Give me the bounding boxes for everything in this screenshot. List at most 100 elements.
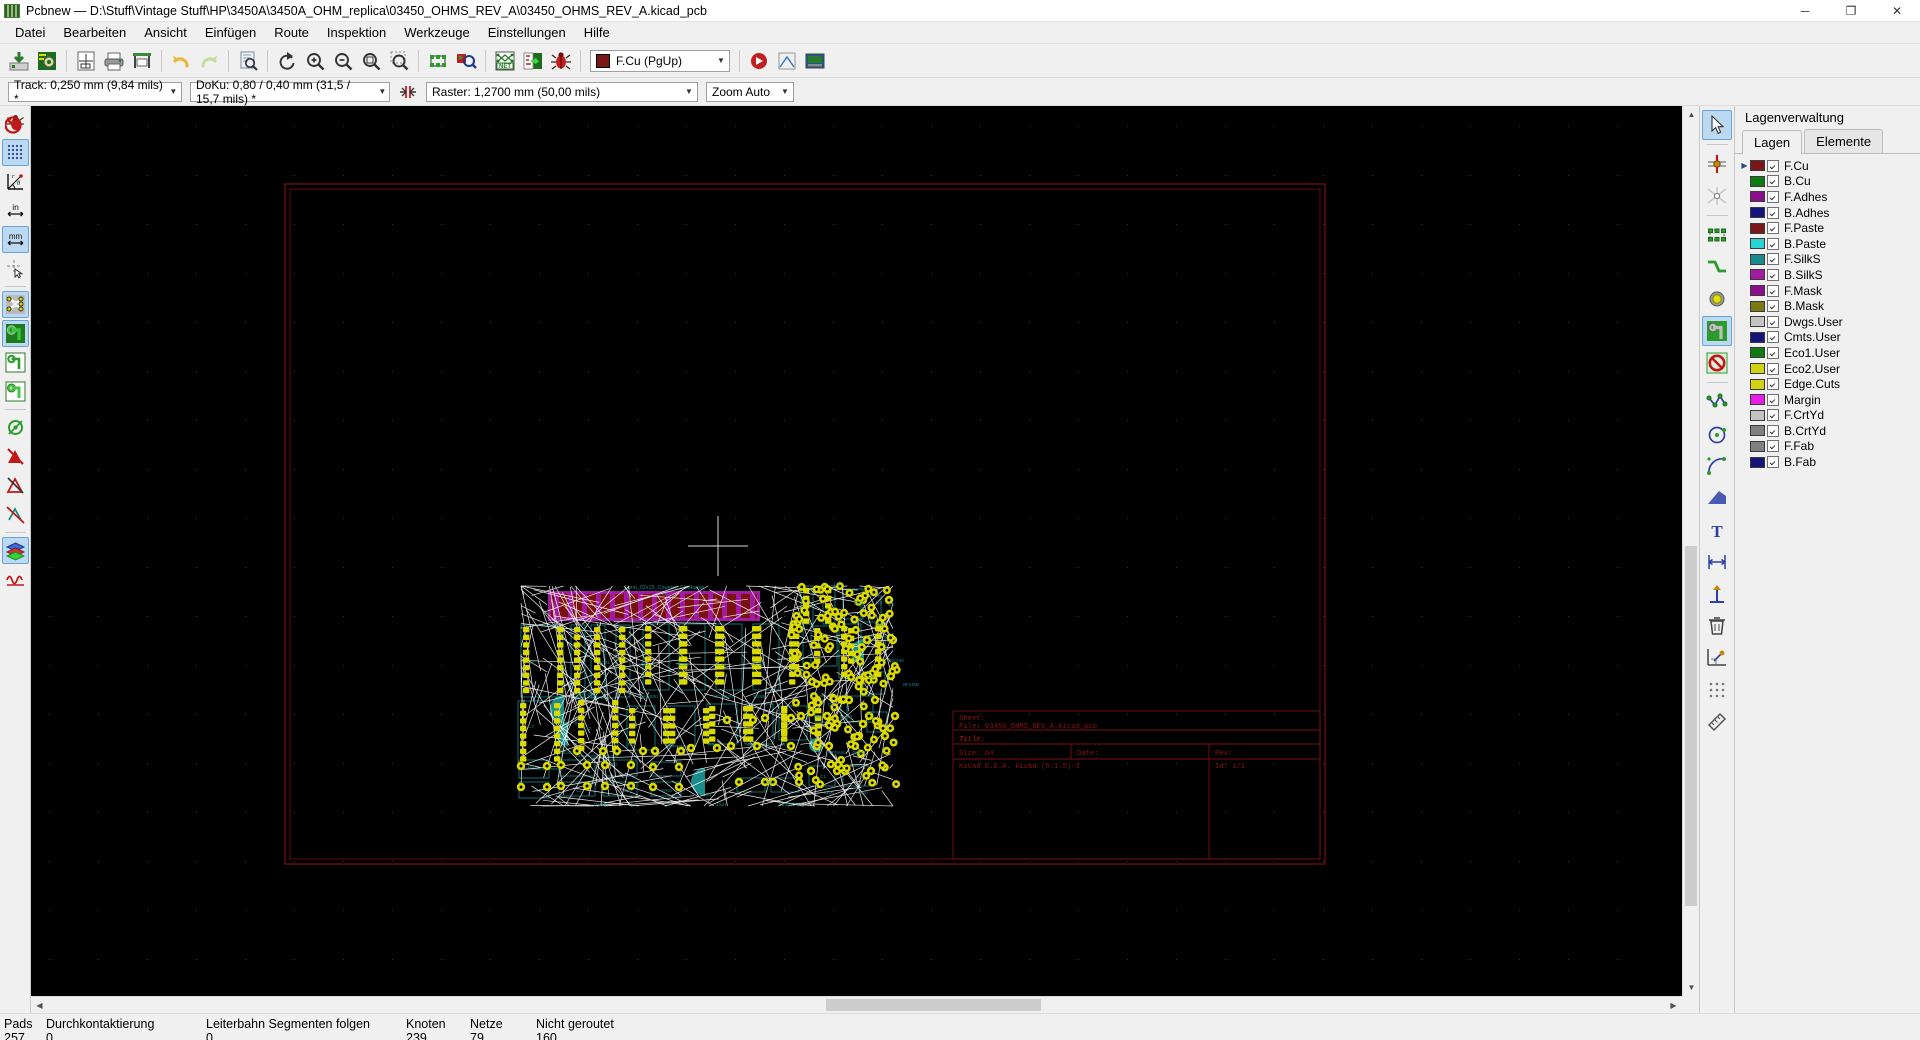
add-via-icon[interactable] [1702,284,1732,314]
layer-visibility-checkbox[interactable] [1767,190,1779,203]
zoom-level-combo[interactable]: Zoom Auto ▼ [706,81,794,102]
layer-color-swatch[interactable] [1750,285,1765,297]
zone-outline-icon[interactable] [2,472,29,499]
local-ratsnest-icon[interactable] [1702,181,1732,211]
tab-elemente[interactable]: Elemente [1804,129,1884,153]
plot-icon[interactable] [129,48,155,74]
layer-visibility-checkbox[interactable] [1767,424,1779,437]
layer-color-swatch[interactable] [1750,160,1765,172]
menu-item-route[interactable]: Route [265,22,318,43]
add-keepout-zone-icon[interactable] [1702,348,1732,378]
measure-tool-icon[interactable] [1702,707,1732,737]
zone-filled-icon[interactable] [2,443,29,470]
add-text-icon[interactable]: T [1702,515,1732,545]
delete-item-icon[interactable] [1702,611,1732,641]
active-layer-combo[interactable]: F.Cu (PgUp) ▼ [590,49,730,72]
layer-visibility-checkbox[interactable] [1767,378,1779,391]
highlight-net-toolbar-icon[interactable] [746,48,772,74]
layer-color-swatch[interactable] [1750,175,1765,187]
layer-row-margin[interactable]: Margin [1735,392,1920,408]
zoom-area-icon[interactable] [386,48,412,74]
draw-polygon-icon[interactable] [1702,387,1732,417]
layer-row-f-silks[interactable]: F.SilkS [1735,252,1920,268]
layer-color-swatch[interactable] [1750,300,1765,312]
show-via-outline-icon[interactable] [2,414,29,441]
layer-row-f-cu[interactable]: ▶ F.Cu [1735,158,1920,174]
zoom-fit-icon[interactable] [358,48,384,74]
track-width-combo[interactable]: Track: 0,250 mm (9,84 mils) * ▼ [8,78,182,106]
layer-row-b-silks[interactable]: B.SilkS [1735,267,1920,283]
layer-visibility-checkbox[interactable] [1767,253,1779,266]
layer-row-eco1-user[interactable]: Eco1.User [1735,345,1920,361]
layer-row-f-paste[interactable]: F.Paste [1735,220,1920,236]
pcb-canvas-container[interactable]: Sheet: File: 03450_OHMS_REV_A.kicad_pcb … [31,106,1699,1013]
scroll-up-icon[interactable]: ▲ [1683,106,1699,123]
menu-item-einstellungen[interactable]: Einstellungen [479,22,575,43]
layer-row-dwgs-user[interactable]: Dwgs.User [1735,314,1920,330]
redo-icon[interactable] [196,48,222,74]
layer-row-b-paste[interactable]: B.Paste [1735,236,1920,252]
layer-color-swatch[interactable] [1750,409,1765,421]
layer-visibility-checkbox[interactable] [1767,409,1779,422]
layer-color-swatch[interactable] [1750,425,1765,437]
microwave-tools-icon[interactable] [2,566,29,593]
layer-color-swatch[interactable] [1750,191,1765,203]
layer-row-f-crtyd[interactable]: F.CrtYd [1735,408,1920,424]
grid-size-combo[interactable]: Raster: 1,2700 mm (50,00 mils) ▼ [426,81,698,102]
polar-coords-toggle-icon[interactable]: r θ [2,168,29,195]
layer-row-eco2-user[interactable]: Eco2.User [1735,361,1920,377]
refresh-icon[interactable] [274,48,300,74]
scroll-right-icon[interactable]: ▶ [1665,997,1682,1013]
set-drill-origin-icon[interactable] [1702,643,1732,673]
show-ratsnest-toolbar-icon[interactable] [774,48,800,74]
tab-lagen[interactable]: Lagen [1742,130,1803,154]
canvas-horizontal-scrollbar[interactable]: ◀ ▶ [31,996,1682,1013]
layer-color-swatch[interactable] [1750,331,1765,343]
add-dimension-icon[interactable] [1702,547,1732,577]
draw-circle-icon[interactable] [1702,419,1732,449]
layer-visibility-checkbox[interactable] [1767,284,1779,297]
grid-display-toggle-icon[interactable] [1,139,29,166]
pcb-canvas[interactable]: Sheet: File: 03450_OHMS_REV_A.kicad_pcb … [31,106,1682,996]
layer-row-f-mask[interactable]: F.Mask [1735,283,1920,299]
units-mm-icon[interactable]: mm [1,226,29,253]
layer-visibility-checkbox[interactable] [1767,440,1779,453]
layer-color-swatch[interactable] [1750,207,1765,219]
footprint-editor-icon[interactable] [425,48,451,74]
layer-row-f-adhes[interactable]: F.Adhes [1735,189,1920,205]
layer-row-edge-cuts[interactable]: Edge.Cuts [1735,376,1920,392]
undo-icon[interactable] [168,48,194,74]
draw-line-icon[interactable] [1702,483,1732,513]
layer-color-swatch[interactable] [1750,238,1765,250]
add-footprint-icon[interactable] [1702,220,1732,250]
layer-visibility-checkbox[interactable] [1767,346,1779,359]
layer-visibility-checkbox[interactable] [1767,159,1779,172]
layer-row-b-adhes[interactable]: B.Adhes [1735,205,1920,221]
layer-visibility-checkbox[interactable] [1767,393,1779,406]
maximize-button[interactable]: ❐ [1828,0,1874,22]
layer-color-swatch[interactable] [1750,456,1765,468]
board-3d-viewer-icon[interactable] [802,48,828,74]
layer-visibility-checkbox[interactable] [1767,315,1779,328]
layer-visibility-checkbox[interactable] [1767,456,1779,469]
route-track-icon[interactable] [1702,252,1732,282]
draw-arc-icon[interactable] [1702,451,1732,481]
layer-row-b-cu[interactable]: B.Cu [1735,174,1920,190]
layer-row-cmts-user[interactable]: Cmts.User [1735,330,1920,346]
full-crosshair-icon[interactable] [2,255,29,282]
via-size-combo[interactable]: DoKu: 0,80 / 0,40 mm (31,5 / 15,7 mils) … [190,78,390,106]
netlist-icon[interactable]: NET [492,48,518,74]
footprint-viewer-icon[interactable] [453,48,479,74]
scroll-down-icon[interactable]: ▼ [1683,979,1699,996]
canvas-vertical-scrollbar[interactable]: ▲ ▼ [1682,106,1699,996]
scroll-left-icon[interactable]: ◀ [31,997,48,1013]
layer-visibility-checkbox[interactable] [1767,222,1779,235]
set-grid-origin-icon[interactable] [1702,675,1732,705]
autoroute-icon[interactable] [520,48,546,74]
board-setup-icon[interactable] [34,48,60,74]
menu-item-ansicht[interactable]: Ansicht [135,22,196,43]
show-filled-vias-icon[interactable] [2,378,29,405]
add-zone-icon[interactable] [1702,316,1732,346]
horizontal-scroll-thumb[interactable] [826,999,1041,1011]
menu-item-hilfe[interactable]: Hilfe [575,22,619,43]
